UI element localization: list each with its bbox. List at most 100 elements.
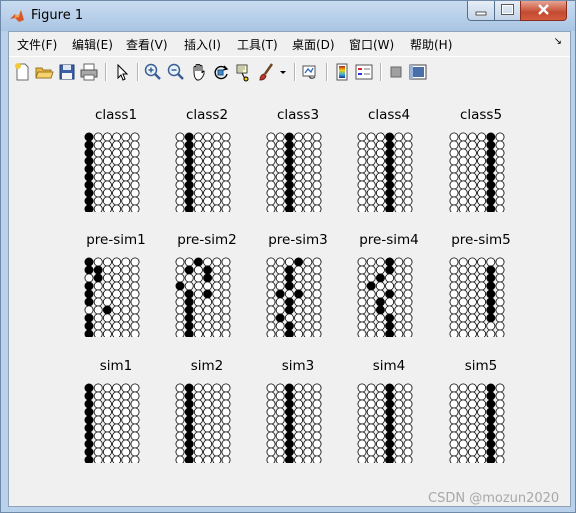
empty-dot	[312, 391, 322, 401]
empty-dot	[366, 132, 376, 142]
empty-dot	[275, 439, 285, 449]
empty-dot	[294, 180, 304, 190]
empty-dot	[212, 329, 222, 337]
menu-view[interactable]: 查看(V)	[126, 36, 168, 53]
empty-dot	[366, 407, 376, 417]
empty-dot	[366, 148, 376, 158]
empty-dot	[477, 265, 487, 275]
empty-dot	[477, 156, 487, 166]
empty-dot	[403, 321, 413, 331]
minimize-button[interactable]	[467, 1, 495, 21]
empty-dot	[175, 172, 185, 182]
colorbar-icon[interactable]	[332, 62, 352, 82]
show-plot-tools-icon[interactable]	[408, 62, 428, 82]
title-bar[interactable]: Figure 1	[1, 1, 575, 31]
new-file-icon[interactable]	[12, 62, 32, 82]
empty-dot	[212, 423, 222, 433]
empty-dot	[357, 321, 367, 331]
empty-dot	[203, 329, 213, 337]
brush-dropdown-icon[interactable]	[278, 62, 288, 82]
data-cursor-icon[interactable]	[234, 62, 254, 82]
empty-dot	[366, 273, 376, 283]
empty-dot	[495, 164, 505, 174]
link-plot-icon[interactable]	[300, 62, 320, 82]
save-icon[interactable]	[57, 62, 77, 82]
presim-title-2: pre-sim2	[177, 232, 237, 248]
open-folder-icon[interactable]	[34, 62, 54, 82]
empty-dot	[93, 447, 103, 457]
empty-dot	[175, 132, 185, 142]
zoom-in-icon[interactable]	[143, 62, 163, 82]
empty-dot	[93, 399, 103, 409]
class-pattern-5	[449, 132, 505, 212]
filled-dot	[486, 156, 496, 166]
filled-dot	[284, 172, 294, 182]
empty-dot	[93, 281, 103, 291]
empty-dot	[93, 391, 103, 401]
empty-dot	[477, 188, 487, 198]
rotate-3d-icon[interactable]	[211, 62, 231, 82]
empty-dot	[294, 265, 304, 275]
empty-dot	[375, 132, 385, 142]
brush-icon[interactable]	[257, 62, 277, 82]
menu-window[interactable]: 窗口(W)	[349, 36, 394, 53]
menu-desktop[interactable]: 桌面(D)	[292, 36, 335, 53]
empty-dot	[495, 415, 505, 425]
filled-dot	[294, 289, 304, 299]
empty-dot	[458, 399, 468, 409]
print-icon[interactable]	[79, 62, 99, 82]
menu-edit[interactable]: 编辑(E)	[72, 36, 113, 53]
select-arrow-icon[interactable]	[112, 62, 132, 82]
empty-dot	[312, 180, 322, 190]
empty-dot	[366, 180, 376, 190]
filled-dot	[284, 391, 294, 401]
empty-dot	[312, 321, 322, 331]
empty-dot	[366, 204, 376, 212]
empty-dot	[102, 273, 112, 283]
menu-tools[interactable]: 工具(T)	[237, 36, 278, 53]
empty-dot	[357, 305, 367, 315]
matlab-logo-icon	[10, 10, 24, 22]
empty-dot	[175, 305, 185, 315]
empty-dot	[467, 180, 477, 190]
empty-dot	[121, 321, 131, 331]
empty-dot	[357, 297, 367, 307]
empty-dot	[312, 447, 322, 457]
filled-dot	[102, 305, 112, 315]
empty-dot	[212, 407, 222, 417]
legend-icon[interactable]	[354, 62, 374, 82]
empty-dot	[212, 399, 222, 409]
menu-insert[interactable]: 插入(I)	[184, 36, 221, 53]
empty-dot	[458, 281, 468, 291]
menu-dock-arrow-icon[interactable]: ↘	[554, 36, 562, 47]
empty-dot	[275, 180, 285, 190]
filled-dot	[275, 289, 285, 299]
figure-toolbar	[9, 56, 570, 88]
empty-dot	[102, 455, 112, 463]
close-button[interactable]	[520, 1, 567, 21]
filled-dot	[84, 204, 94, 212]
empty-dot	[266, 321, 276, 331]
filled-dot	[184, 164, 194, 174]
empty-dot	[394, 188, 404, 198]
filled-dot	[385, 455, 395, 463]
empty-dot	[357, 383, 367, 393]
menu-file[interactable]: 文件(F)	[17, 36, 57, 53]
empty-dot	[121, 305, 131, 315]
empty-dot	[212, 439, 222, 449]
empty-dot	[366, 172, 376, 182]
menu-help[interactable]: 帮助(H)	[410, 36, 452, 53]
empty-dot	[357, 313, 367, 323]
hide-plot-tools-icon[interactable]	[386, 62, 406, 82]
filled-dot	[486, 204, 496, 212]
pan-hand-icon[interactable]	[189, 62, 209, 82]
empty-dot	[303, 329, 313, 337]
empty-dot	[458, 415, 468, 425]
empty-dot	[175, 140, 185, 150]
empty-dot	[458, 156, 468, 166]
zoom-out-icon[interactable]	[166, 62, 186, 82]
empty-dot	[357, 204, 367, 212]
empty-dot	[357, 180, 367, 190]
maximize-button[interactable]	[494, 1, 521, 21]
filled-dot	[84, 188, 94, 198]
